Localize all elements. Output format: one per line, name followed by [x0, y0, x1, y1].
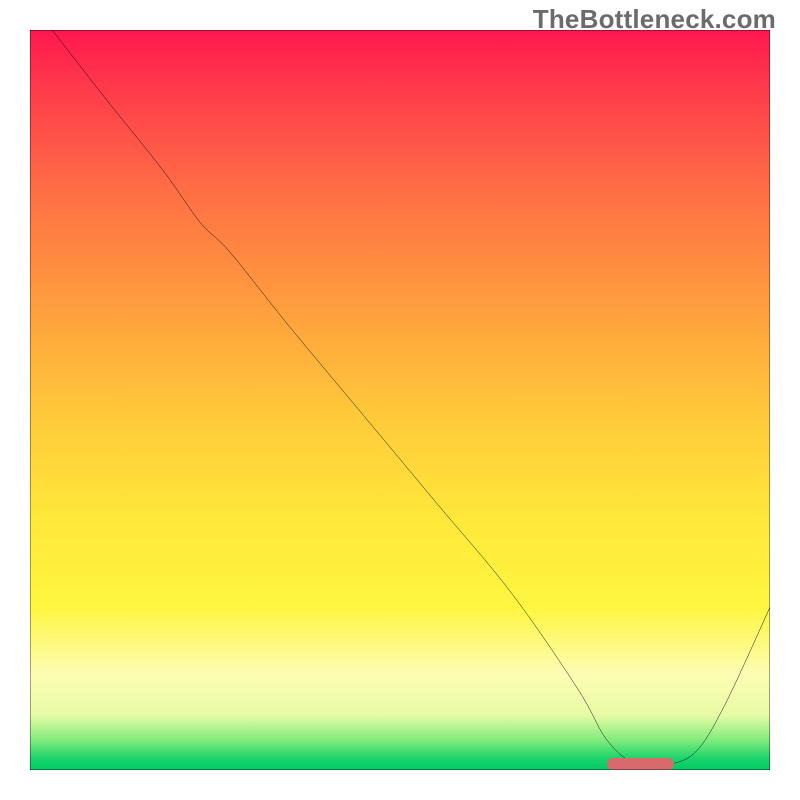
- chart-frame: TheBottleneck.com: [0, 0, 800, 800]
- curve-svg: [30, 30, 770, 770]
- bottleneck-curve-path: [52, 30, 770, 767]
- optimal-range-marker: [607, 758, 674, 770]
- plot-area: [30, 30, 770, 770]
